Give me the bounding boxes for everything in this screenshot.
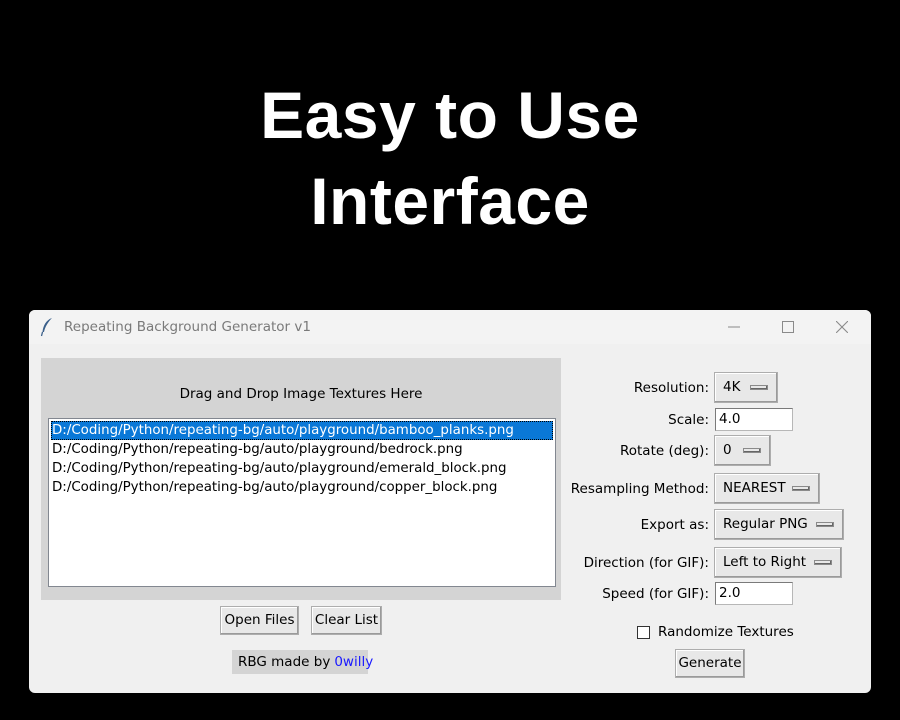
randomize-label[interactable]: Randomize Textures (658, 624, 794, 640)
resampling-value: NEAREST (723, 480, 786, 496)
speed-input[interactable]: 2.0 (715, 582, 793, 605)
resolution-dropdown[interactable]: 4K (714, 372, 778, 403)
drop-zone-label: Drag and Drop Image Textures Here (179, 386, 423, 402)
headline: Easy to Use Interface (0, 72, 900, 244)
minimize-button[interactable] (711, 310, 757, 344)
credit-prefix: RBG made by (238, 654, 331, 670)
open-files-button[interactable]: Open Files (220, 606, 299, 635)
headline-line-2: Interface (310, 164, 590, 238)
close-button[interactable] (819, 310, 865, 344)
direction-value: Left to Right (723, 554, 807, 570)
resolution-value: 4K (723, 379, 741, 395)
dropdown-indicator-icon (743, 448, 761, 453)
file-list-item[interactable]: D:/Coding/Python/repeating-bg/auto/playg… (51, 440, 553, 459)
credit-label: RBG made by 0willy (232, 650, 373, 674)
rotate-value: 0 (723, 442, 732, 458)
speed-label: Speed (for GIF): (602, 586, 709, 602)
export-label: Export as: (640, 517, 709, 533)
window-title: Repeating Background Generator v1 (64, 319, 311, 335)
dropdown-indicator-icon (792, 486, 810, 491)
rotate-label: Rotate (deg): (619, 443, 709, 459)
export-value: Regular PNG (723, 516, 808, 532)
dropdown-indicator-icon (750, 385, 768, 390)
dropdown-indicator-icon (816, 522, 834, 527)
drop-zone[interactable]: Drag and Drop Image Textures Here D:/Cod… (41, 358, 561, 600)
feather-icon (40, 317, 54, 337)
scale-label: Scale: (668, 412, 709, 428)
maximize-button[interactable] (765, 310, 811, 344)
direction-dropdown[interactable]: Left to Right (714, 547, 842, 578)
title-bar[interactable]: Repeating Background Generator v1 (29, 310, 871, 344)
export-dropdown[interactable]: Regular PNG (714, 509, 844, 540)
generate-button[interactable]: Generate (675, 649, 745, 678)
file-list-item[interactable]: D:/Coding/Python/repeating-bg/auto/playg… (51, 459, 553, 478)
resolution-label: Resolution: (633, 380, 709, 396)
author-link[interactable]: 0willy (334, 654, 373, 670)
file-list-item[interactable]: D:/Coding/Python/repeating-bg/auto/playg… (51, 478, 553, 497)
rotate-dropdown[interactable]: 0 (714, 435, 771, 466)
randomize-checkbox[interactable] (637, 626, 650, 639)
dropdown-indicator-icon (814, 560, 832, 565)
scale-input[interactable]: 4.0 (715, 408, 793, 431)
file-list-item[interactable]: D:/Coding/Python/repeating-bg/auto/playg… (51, 421, 553, 440)
direction-label: Direction (for GIF): (583, 555, 709, 571)
file-listbox[interactable]: D:/Coding/Python/repeating-bg/auto/playg… (48, 418, 556, 587)
headline-line-1: Easy to Use (260, 78, 640, 152)
app-window: Repeating Background Generator v1 Drag a… (29, 310, 871, 693)
clear-list-button[interactable]: Clear List (311, 606, 382, 635)
resampling-label: Resampling Method: (570, 481, 709, 497)
resampling-dropdown[interactable]: NEAREST (714, 473, 820, 504)
